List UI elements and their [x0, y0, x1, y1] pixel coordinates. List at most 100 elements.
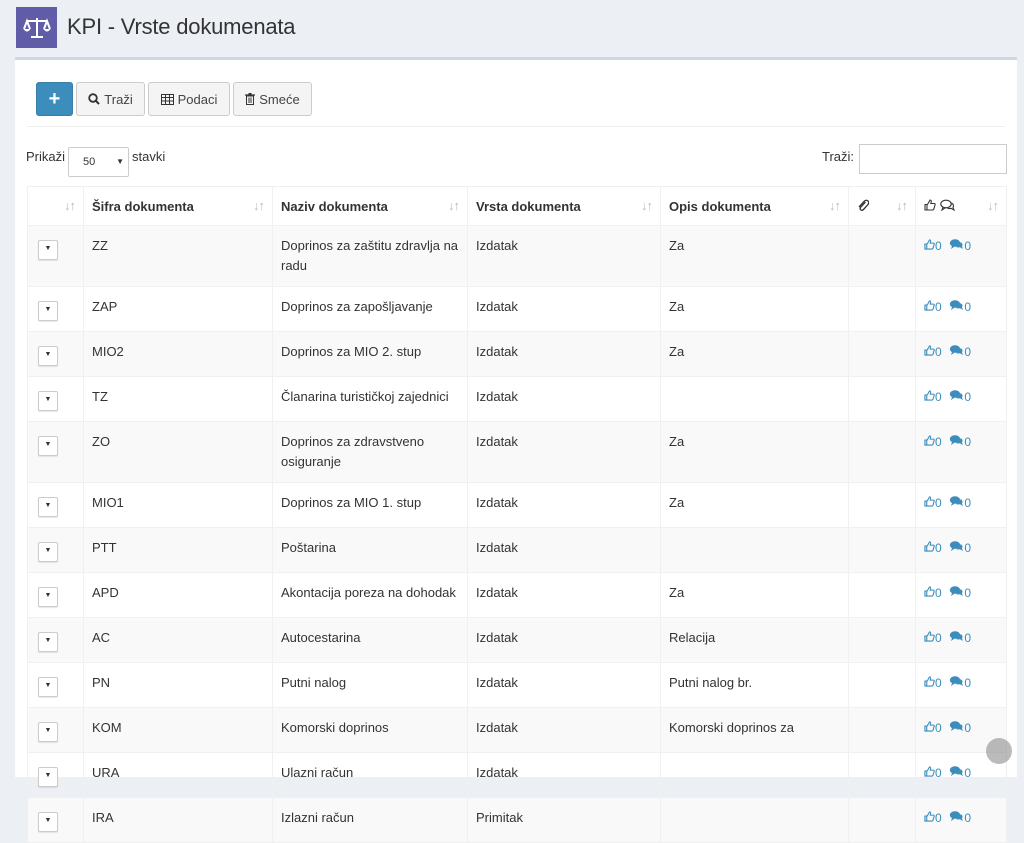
- like-link[interactable]: 0: [924, 541, 942, 555]
- comments-icon: [950, 390, 964, 400]
- row-dropdown-button[interactable]: ▼: [38, 436, 58, 456]
- column-header-actions[interactable]: ↓↑: [27, 186, 84, 226]
- like-count: 0: [935, 239, 942, 253]
- page-length-value: 50: [83, 156, 96, 168]
- column-header-opis[interactable]: Opis dokumenta ↓↑: [660, 186, 849, 226]
- cell-attachment: [848, 662, 916, 708]
- like-link[interactable]: 0: [924, 766, 942, 780]
- cell-vrsta: Izdatak: [467, 286, 661, 332]
- search-button-label: Traži: [104, 91, 133, 107]
- like-link[interactable]: 0: [924, 721, 942, 735]
- cell-social: 0 0: [915, 286, 1007, 332]
- row-dropdown-button[interactable]: ▼: [38, 722, 58, 742]
- row-dropdown-button[interactable]: ▼: [38, 240, 58, 260]
- length-prefix: Prikaži: [26, 149, 66, 164]
- comment-link[interactable]: 0: [949, 811, 971, 825]
- thumbs-up-icon: [924, 721, 935, 732]
- thumbs-up-icon: [924, 496, 935, 507]
- comment-count: 0: [964, 239, 971, 253]
- comment-link[interactable]: 0: [949, 300, 971, 314]
- row-dropdown-button[interactable]: ▼: [38, 497, 58, 517]
- cell-social: 0 0: [915, 421, 1007, 483]
- thumbs-up-icon: [924, 631, 935, 642]
- like-link[interactable]: 0: [924, 300, 942, 314]
- like-link[interactable]: 0: [924, 586, 942, 600]
- comment-link[interactable]: 0: [949, 496, 971, 510]
- column-header-label: Naziv dokumenta: [281, 198, 388, 214]
- row-dropdown-button[interactable]: ▼: [38, 677, 58, 697]
- cell-sifra: APD: [83, 572, 273, 618]
- comments-icon: [950, 811, 964, 821]
- cell-vrsta: Primitak: [467, 797, 661, 843]
- comment-link[interactable]: 0: [949, 676, 971, 690]
- like-count: 0: [935, 676, 942, 690]
- search-button[interactable]: Traži: [76, 82, 145, 116]
- comment-link[interactable]: 0: [949, 541, 971, 555]
- like-link[interactable]: 0: [924, 676, 942, 690]
- cell-attachment: [848, 286, 916, 332]
- comment-link[interactable]: 0: [949, 435, 971, 449]
- column-header-social[interactable]: ↓↑: [915, 186, 1007, 226]
- column-header-vrsta[interactable]: Vrsta dokumenta ↓↑: [467, 186, 661, 226]
- column-header-label: Šifra dokumenta: [92, 198, 194, 214]
- comment-link[interactable]: 0: [949, 631, 971, 645]
- trash-button[interactable]: Smeće: [233, 82, 312, 116]
- comment-link[interactable]: 0: [949, 390, 971, 404]
- table-row: ▼ IRA Izlazni račun Primitak 0 0: [27, 797, 1007, 843]
- table-row: ▼ PN Putni nalog Izdatak Putni nalog br. 0 0: [27, 662, 1007, 708]
- comment-count: 0: [964, 631, 971, 645]
- row-dropdown-button[interactable]: ▼: [38, 632, 58, 652]
- column-header-attachment[interactable]: ↓↑: [848, 186, 916, 226]
- comments-icon: [950, 435, 964, 445]
- like-count: 0: [935, 811, 942, 825]
- cell-naziv: Izlazni račun: [272, 797, 468, 843]
- add-button[interactable]: +: [36, 82, 73, 116]
- comment-link[interactable]: 0: [949, 721, 971, 735]
- comment-link[interactable]: 0: [949, 766, 971, 780]
- row-dropdown-button[interactable]: ▼: [38, 812, 58, 832]
- content-panel: + Traži Podaci Smeće Prikaži 50 ▼ stavki…: [15, 57, 1017, 843]
- like-link[interactable]: 0: [924, 496, 942, 510]
- cell-social: 0 0: [915, 527, 1007, 573]
- row-dropdown-button[interactable]: ▼: [38, 346, 58, 366]
- trash-button-label: Smeće: [259, 91, 300, 107]
- cell-vrsta: Izdatak: [467, 421, 661, 483]
- column-header-naziv[interactable]: Naziv dokumenta ↓↑: [272, 186, 468, 226]
- comment-count: 0: [964, 811, 971, 825]
- comment-link[interactable]: 0: [949, 586, 971, 600]
- row-dropdown-button[interactable]: ▼: [38, 542, 58, 562]
- cell-naziv: Doprinos za zaštitu zdravlja na radu: [272, 225, 468, 287]
- page-length-select[interactable]: 50 ▼: [68, 147, 129, 177]
- row-actions-cell: ▼: [27, 752, 84, 798]
- like-link[interactable]: 0: [924, 435, 942, 449]
- row-dropdown-button[interactable]: ▼: [38, 767, 58, 787]
- like-link[interactable]: 0: [924, 345, 942, 359]
- like-link[interactable]: 0: [924, 631, 942, 645]
- like-link[interactable]: 0: [924, 390, 942, 404]
- comment-link[interactable]: 0: [949, 239, 971, 253]
- comments-icon: [950, 300, 964, 310]
- like-link[interactable]: 0: [924, 811, 942, 825]
- cell-social: 0 0: [915, 331, 1007, 377]
- cell-naziv: Članarina turističkoj zajednici: [272, 376, 468, 422]
- like-count: 0: [935, 586, 942, 600]
- cell-sifra: PTT: [83, 527, 273, 573]
- comment-count: 0: [964, 586, 971, 600]
- data-button[interactable]: Podaci: [148, 82, 230, 116]
- cell-sifra: MIO1: [83, 482, 273, 528]
- comment-link[interactable]: 0: [949, 345, 971, 359]
- search-input[interactable]: [859, 144, 1007, 174]
- scroll-top-icon[interactable]: [986, 738, 1012, 764]
- cell-naziv: Autocestarina: [272, 617, 468, 663]
- column-header-sifra[interactable]: Šifra dokumenta ↓↑: [83, 186, 273, 226]
- row-dropdown-button[interactable]: ▼: [38, 301, 58, 321]
- cell-sifra: IRA: [83, 797, 273, 843]
- cell-attachment: [848, 376, 916, 422]
- column-header-label: Vrsta dokumenta: [476, 198, 581, 214]
- like-link[interactable]: 0: [924, 239, 942, 253]
- row-dropdown-button[interactable]: ▼: [38, 391, 58, 411]
- page-header: KPI - Vrste dokumenata: [0, 0, 1024, 56]
- cell-attachment: [848, 617, 916, 663]
- comment-count: 0: [964, 721, 971, 735]
- row-dropdown-button[interactable]: ▼: [38, 587, 58, 607]
